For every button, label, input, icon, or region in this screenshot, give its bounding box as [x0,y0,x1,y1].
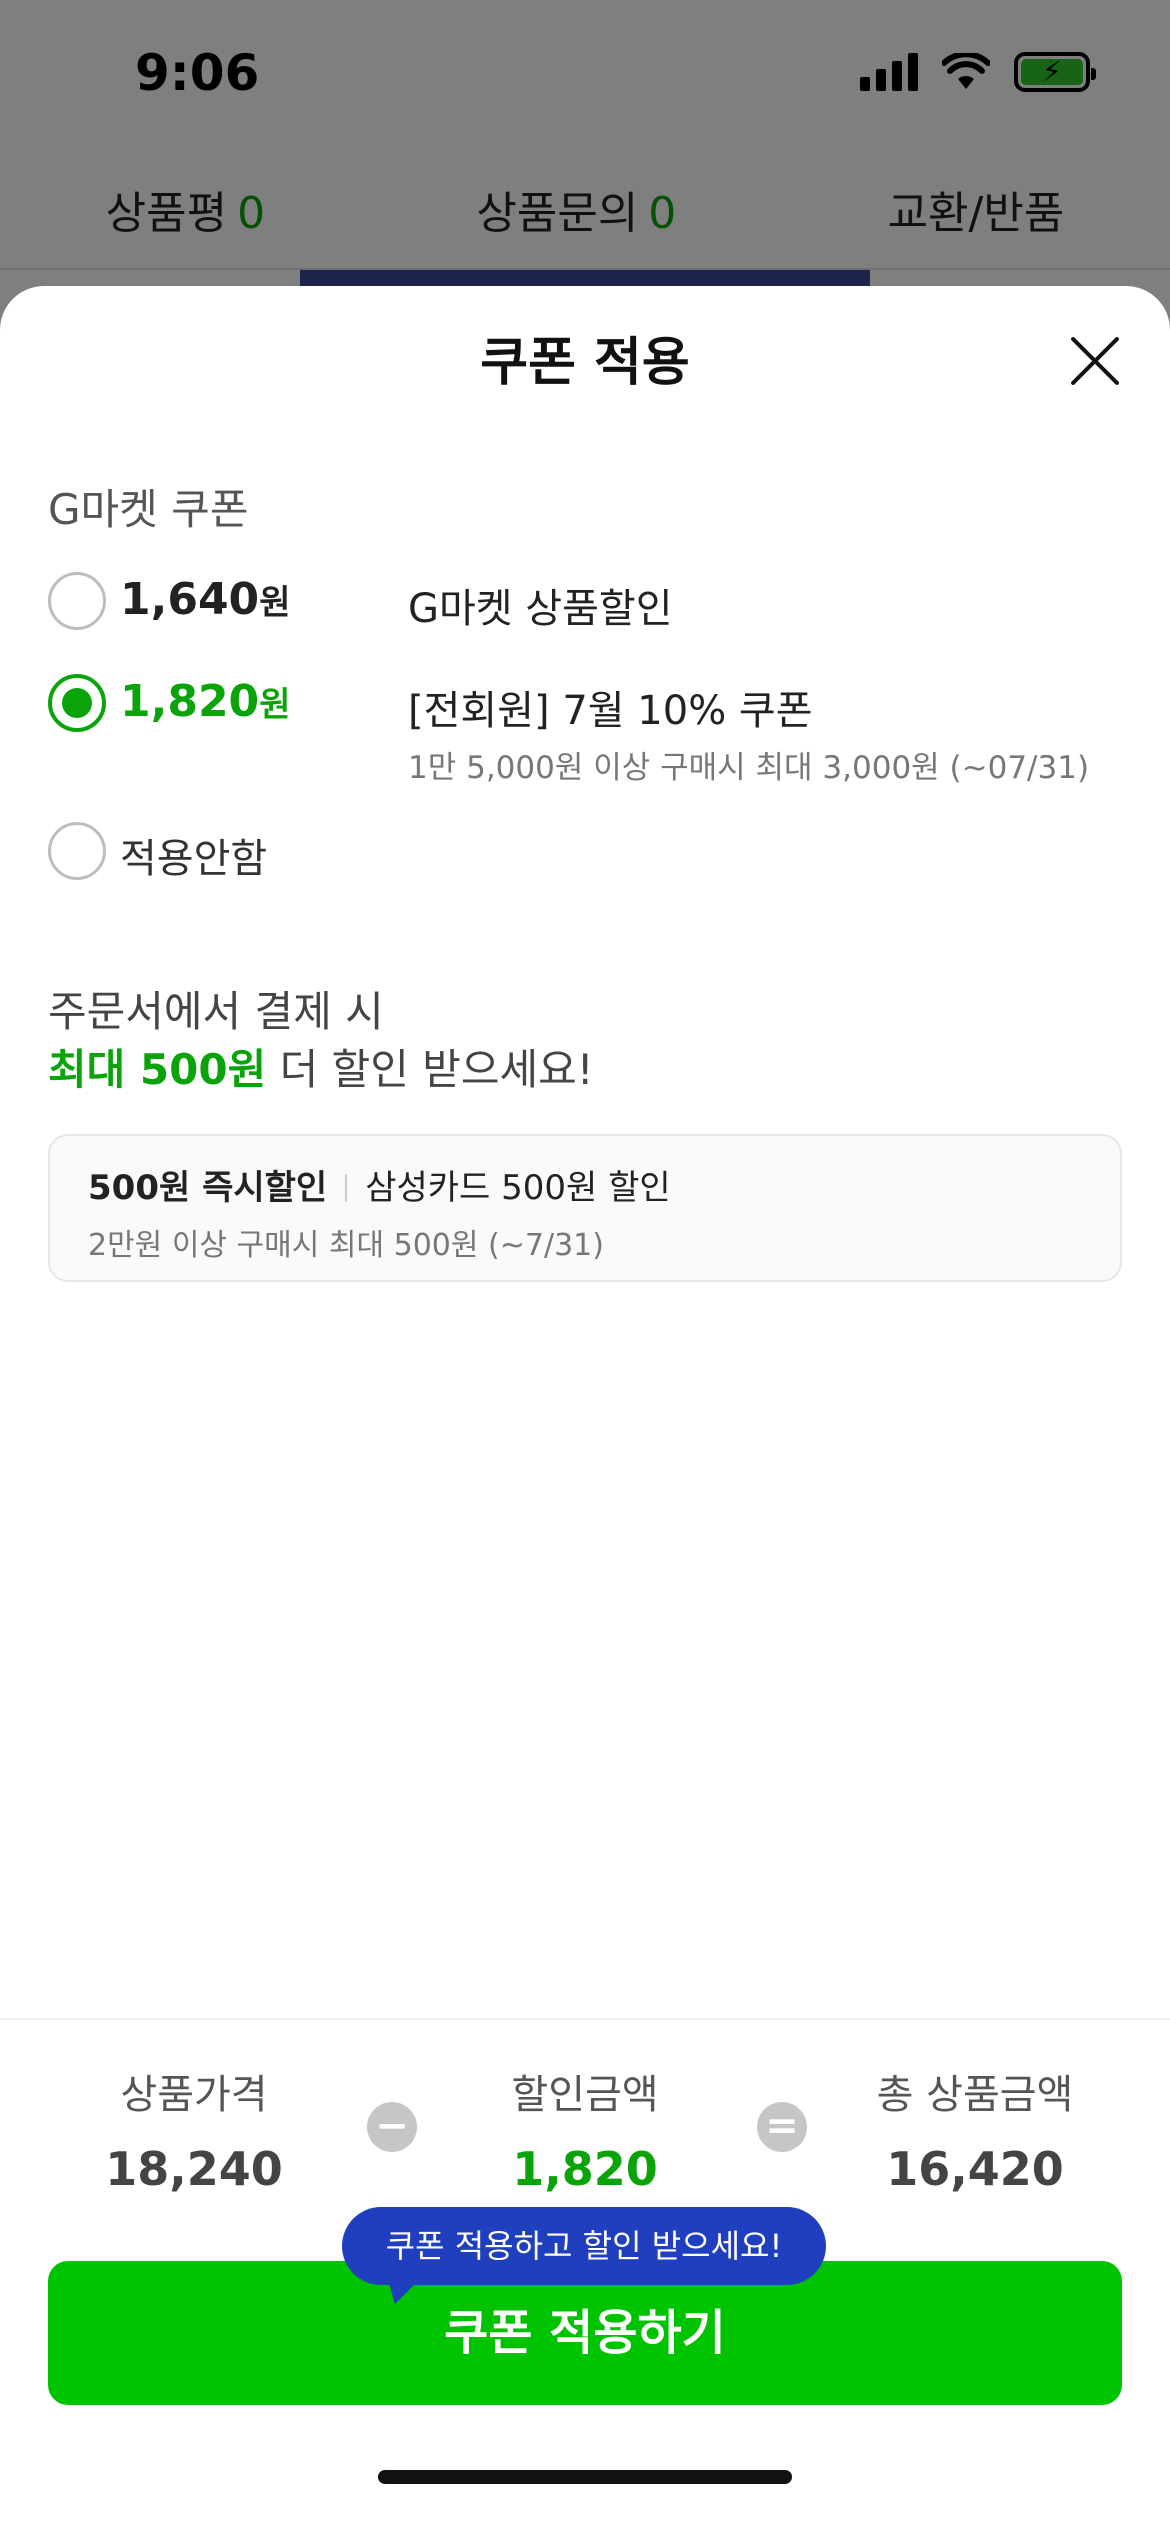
radio-button[interactable] [48,572,106,630]
coupon-amount: 1,820원 [120,676,291,727]
summary-discount: 할인금액 1,820 [511,2072,659,2196]
card-offer-title: 500원 즉시할인 삼성카드 500원 할인 [88,1168,671,1208]
promo-text: 주문서에서 결제 시 [48,987,384,1036]
coupon-name: G마켓 상품할인 [408,586,673,632]
close-icon[interactable] [1060,326,1130,396]
promo-tooltip: 쿠폰 적용하고 할인 받으세요! [342,2207,826,2285]
summary-price: 상품가격 18,240 [105,2072,283,2196]
coupon-condition: 1만 5,000원 이상 구매시 최대 3,000원 (~07/31) [408,750,1090,786]
coupon-name: [전회원] 7월 10% 쿠폰 [408,688,813,734]
card-offer-condition: 2만원 이상 구매시 최대 500원 (~7/31) [88,1228,604,1263]
sheet-title: 쿠폰 적용 [480,333,690,393]
divider [0,2018,1170,2020]
home-indicator[interactable] [378,2470,792,2484]
promo-highlight: 최대 500원 [48,1045,267,1094]
coupon-amount: 1,640원 [120,574,291,625]
summary-total: 총 상품금액 16,420 [876,2072,1074,2196]
radio-button-selected[interactable] [48,674,106,732]
coupon-bottom-sheet: 쿠폰 적용 G마켓 쿠폰 1,640원 G마켓 상품할인 1,820원 [전회원… [0,286,1170,2532]
promo-text-2: 최대 500원 더 할인 받으세요! [48,1045,594,1094]
not-apply-label: 적용안함 [120,836,268,882]
divider [345,1174,348,1202]
radio-button[interactable] [48,822,106,880]
card-discount-offer: 500원 즉시할인 삼성카드 500원 할인 2만원 이상 구매시 최대 500원… [48,1134,1122,1282]
section-label-gmarket-coupon: G마켓 쿠폰 [48,485,249,534]
